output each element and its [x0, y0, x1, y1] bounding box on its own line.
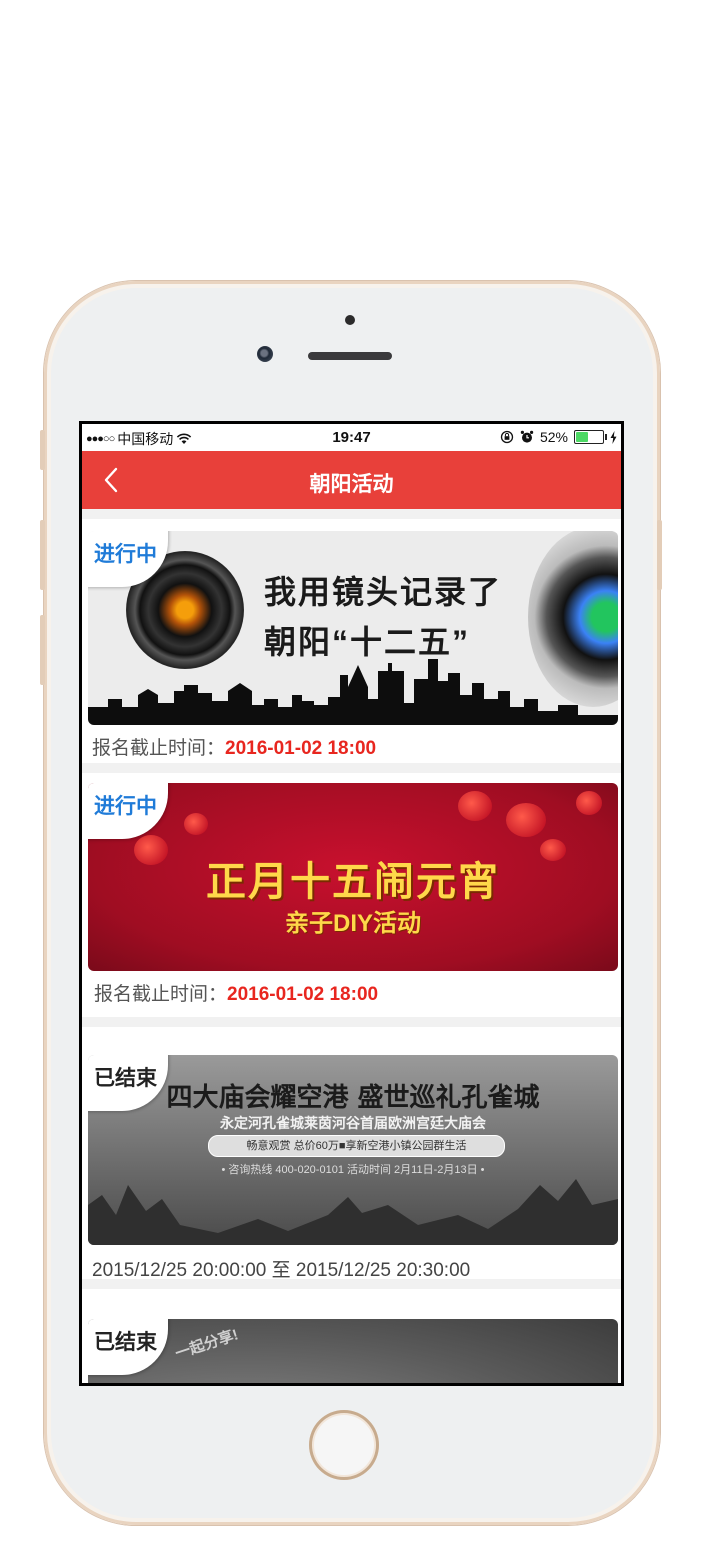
activity-card[interactable]: 正月十五闹元宵 亲子DIY活动 进行中 报名截止时间：2016-01-02 18… [82, 773, 621, 1017]
banner-subtitle: 永定河孔雀城莱茵河谷首届欧洲宫廷大庙会 [220, 1115, 486, 1131]
activity-time-range: 2015/12/25 20:00:00 至 2015/12/25 20:30:0… [92, 1260, 471, 1281]
volume-up-button [40, 520, 45, 590]
banner-headline-line: 我用镜头记录了 [264, 574, 503, 610]
status-tag-label: 进行中 [94, 543, 157, 566]
activity-banner[interactable]: 正月十五闹元宵 亲子DIY活动 进行中 [88, 783, 618, 971]
status-tag-label: 已结束 [94, 1331, 157, 1354]
power-button [657, 520, 662, 590]
nav-bar: 朝阳活动 [82, 451, 621, 509]
status-tag-label: 已结束 [94, 1067, 157, 1090]
deadline-label: 报名截止时间： [94, 984, 228, 1005]
proximity-sensor [345, 315, 355, 325]
activity-card[interactable]: 一起分享! 已结束 [82, 1289, 621, 1383]
status-tag: 进行中 [88, 783, 168, 839]
front-camera [257, 346, 273, 362]
page-title: 朝阳活动 [309, 473, 394, 496]
charging-bolt-icon [610, 430, 617, 444]
deadline-date: 2016-01-02 18:00 [227, 984, 379, 1005]
status-tag-label: 进行中 [94, 795, 157, 818]
banner-headline: 四大庙会耀空港 盛世巡礼孔雀城 [166, 1083, 540, 1113]
volume-down-button [40, 615, 45, 685]
lantern-decoration [506, 803, 546, 837]
deadline-date: 2016-01-02 18:00 [225, 738, 377, 759]
activity-deadline: 报名截止时间：2016-01-02 18:00 [94, 979, 378, 1006]
lantern-decoration [184, 813, 208, 835]
activity-card[interactable]: 我用镜头记录了 朝阳“十二五” 进行中 报名截止时间：2016-01-02 18… [82, 519, 621, 763]
deadline-label: 报名截止时间： [92, 738, 226, 759]
banner-promo-pill: 畅意观赏 总价60万■享新空港小镇公园群生活 [208, 1135, 505, 1157]
activity-banner[interactable]: 我用镜头记录了 朝阳“十二五” 进行中 [88, 531, 618, 725]
rotation-lock-icon [500, 430, 514, 444]
activity-card[interactable]: 四大庙会耀空港 盛世巡礼孔雀城 永定河孔雀城莱茵河谷首届欧洲宫廷大庙会 畅意观赏… [82, 1027, 621, 1281]
banner-headline: 正月十五闹元宵 [206, 860, 500, 904]
earpiece-speaker [308, 352, 392, 360]
mute-switch [40, 430, 45, 470]
battery-icon [574, 430, 607, 444]
alarm-icon [520, 430, 534, 443]
status-tag: 已结束 [88, 1319, 168, 1375]
phone-screen: ●●●○○ 中国移动 19:47 52% 朝阳活动 我用镜头记录了 朝阳“十二五… [79, 421, 624, 1386]
lantern-decoration [576, 791, 602, 815]
activity-banner[interactable]: 一起分享! 已结束 [88, 1319, 618, 1383]
lantern-decoration [458, 791, 492, 821]
activity-banner[interactable]: 四大庙会耀空港 盛世巡礼孔雀城 永定河孔雀城莱茵河谷首届欧洲宫廷大庙会 畅意观赏… [88, 1055, 618, 1245]
banner-headline: 一起分享! [173, 1326, 241, 1363]
banner-subtitle: 亲子DIY活动 [284, 910, 421, 937]
battery-fill [576, 432, 589, 442]
fair-crowd-image [88, 1179, 618, 1245]
city-skyline-image [88, 659, 618, 725]
home-button[interactable] [309, 1410, 379, 1480]
banner-headline: 我用镜头记录了 朝阳“十二五” [264, 567, 502, 667]
battery-percent: 52% [539, 429, 568, 445]
status-bar: ●●●○○ 中国移动 19:47 52% [82, 424, 621, 451]
activity-deadline: 报名截止时间：2016-01-02 18:00 [92, 733, 376, 760]
